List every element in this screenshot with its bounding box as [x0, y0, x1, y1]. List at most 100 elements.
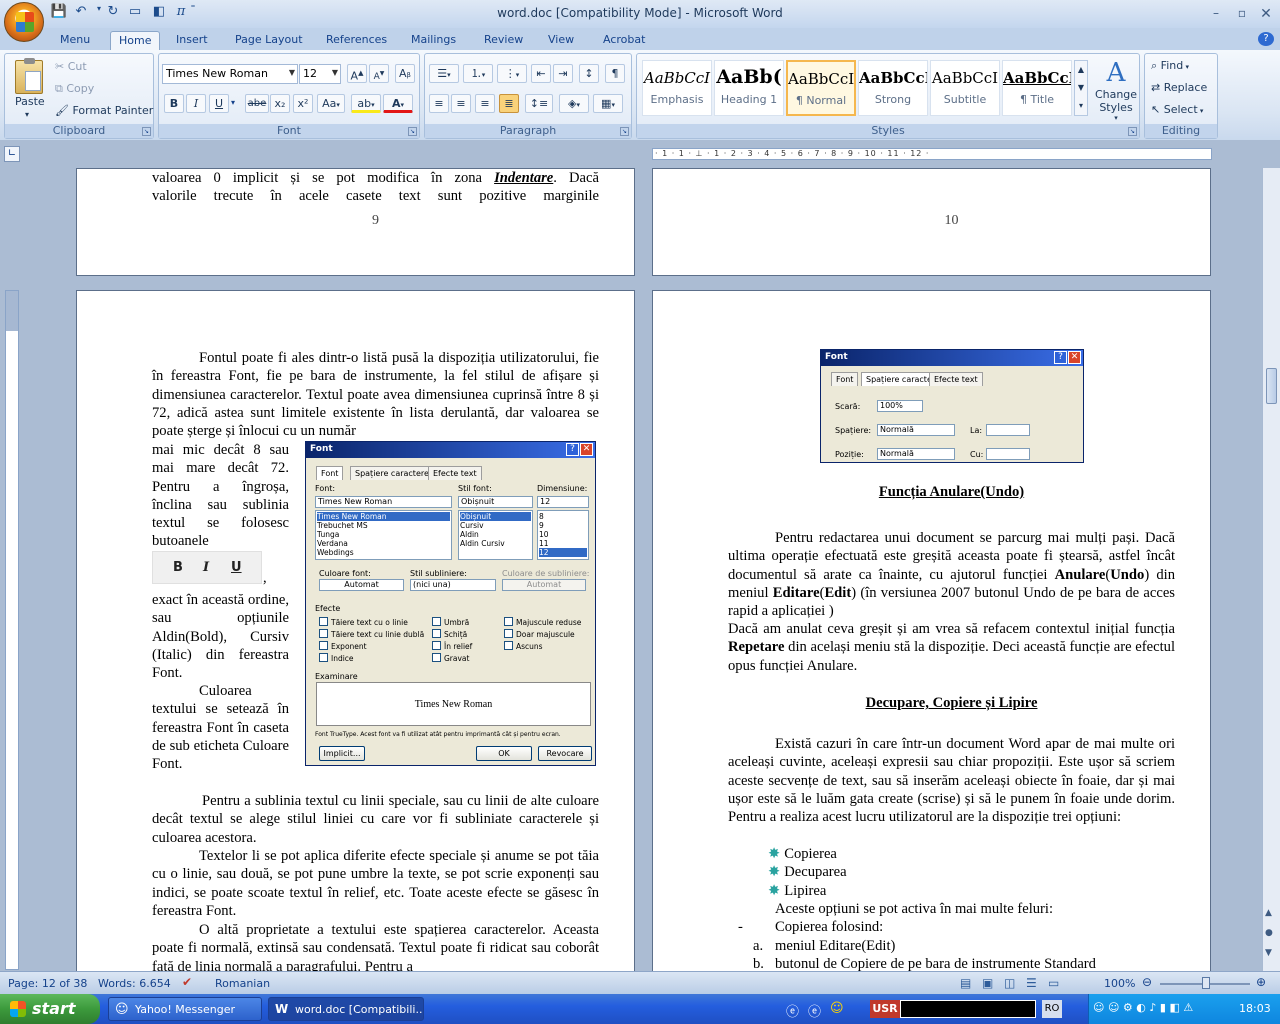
scroll-down-icon[interactable]: ▼ — [1265, 948, 1272, 958]
tab-review[interactable]: Review — [476, 31, 531, 50]
change-styles-button[interactable]: A Change Styles ▾ — [1094, 58, 1138, 122]
close-icon[interactable]: ✕ — [1256, 6, 1276, 22]
align-center-icon[interactable]: ≡ — [451, 94, 471, 113]
outline-icon[interactable]: ☰ — [1026, 976, 1037, 990]
select-browse-object-icon[interactable]: ● — [1265, 928, 1273, 938]
help-icon[interactable]: ? — [1258, 32, 1274, 46]
styles-scroll[interactable]: ▲ ▼ ▾ — [1074, 60, 1088, 116]
undo-icon[interactable]: ↶ — [72, 4, 90, 22]
taskbar-item-yahoo[interactable]: ☺ Yahoo! Messenger — [108, 997, 262, 1021]
tab-references[interactable]: References — [318, 31, 395, 50]
bullets-icon[interactable]: ☰▾ — [429, 64, 459, 83]
style-title[interactable]: AaBbCcI ¶ Title — [1002, 60, 1072, 116]
save-icon[interactable]: 💾 — [50, 4, 68, 22]
underline-dropdown-icon[interactable]: ▾ — [231, 98, 235, 107]
zoom-level[interactable]: 100% — [1104, 977, 1135, 990]
font-size-combo[interactable]: 12 ▼ — [299, 64, 341, 84]
decrease-indent-icon[interactable]: ⇤ — [531, 64, 551, 83]
cut-button[interactable]: ✂ Cut — [55, 60, 87, 73]
shading-icon[interactable]: ◈▾ — [559, 94, 589, 113]
pilcrow-icon[interactable]: ¶ — [605, 64, 625, 83]
language[interactable]: Romanian — [215, 977, 270, 990]
browser-icon[interactable]: ⓔ — [808, 1001, 821, 1020]
print-layout-icon[interactable]: ▤ — [960, 976, 971, 990]
sort-icon[interactable]: ↕ — [579, 64, 599, 83]
select-button[interactable]: ↖ Select ▾ — [1151, 103, 1203, 116]
word-count[interactable]: Words: 6.654 — [98, 977, 171, 990]
justify-icon[interactable]: ≣ — [499, 94, 519, 113]
line-spacing-icon[interactable]: ↕≡ — [525, 94, 553, 113]
tab-home[interactable]: Home — [110, 31, 161, 50]
scroll-up-icon[interactable]: ▲ — [1265, 908, 1272, 918]
zoom-slider-thumb[interactable] — [1202, 977, 1210, 989]
page-9[interactable]: valoarea 0 implicit și se pot modifica î… — [76, 168, 635, 276]
underline-button[interactable]: U — [209, 94, 229, 113]
tab-mailings[interactable]: Mailings — [403, 31, 464, 50]
style-strong[interactable]: AaBbCcI Strong — [858, 60, 928, 116]
paste-button[interactable]: Paste — [15, 95, 45, 108]
tab-view[interactable]: View — [540, 31, 582, 50]
start-button[interactable]: start — [0, 994, 100, 1024]
font-name-combo[interactable]: Times New Roman ▼ — [162, 64, 298, 84]
horizontal-ruler[interactable]: · 1 · 1 · ⊥ · 1 · 2 · 3 · 4 · 5 · 6 · 7 … — [652, 148, 1212, 160]
change-case-button[interactable]: Aa▾ — [317, 94, 345, 113]
multilevel-list-icon[interactable]: ⋮▾ — [497, 64, 527, 83]
subscript-button[interactable]: x₂ — [270, 94, 290, 113]
strikethrough-button[interactable]: abe — [245, 94, 269, 113]
tray-icons[interactable]: ☺ ☺ ⚙ ◐ ♪ ▮ ◧ ⚠ — [1093, 1001, 1193, 1014]
clipboard-launcher-icon[interactable]: ↘ — [142, 127, 151, 136]
find-button[interactable]: ⌕ Find ▾ — [1151, 59, 1189, 73]
format-painter-icon[interactable]: ◧ — [150, 4, 168, 22]
draft-icon[interactable]: ▭ — [1048, 976, 1059, 990]
align-right-icon[interactable]: ≡ — [475, 94, 495, 113]
italic-button[interactable]: I — [186, 94, 206, 113]
office-button[interactable] — [4, 2, 44, 42]
repeat-icon[interactable]: ▭ — [126, 4, 144, 22]
vertical-scrollbar[interactable]: ▲ ● ▼ — [1262, 168, 1280, 971]
style-normal[interactable]: AaBbCcI ¶ Normal — [786, 60, 856, 116]
align-left-icon[interactable]: ≡ — [429, 94, 449, 113]
paragraph-launcher-icon[interactable]: ↘ — [620, 127, 629, 136]
restore-icon[interactable]: ▫ — [1232, 6, 1252, 20]
full-screen-icon[interactable]: ▣ — [982, 976, 993, 990]
messenger-icon[interactable]: ☺ — [830, 1001, 844, 1016]
style-subtitle[interactable]: AaBbCcI Subtitle — [930, 60, 1000, 116]
clear-format-icon[interactable]: Aᵦ — [395, 64, 415, 83]
scroll-thumb[interactable] — [1266, 368, 1277, 404]
style-emphasis[interactable]: AaBbCcI Emphasis — [642, 60, 712, 116]
shrink-font-icon[interactable]: A▼ — [369, 64, 389, 83]
page-count[interactable]: Page: 12 of 38 — [8, 977, 87, 990]
superscript-button[interactable]: x² — [293, 94, 313, 113]
vertical-ruler[interactable] — [5, 290, 19, 970]
borders-icon[interactable]: ▦▾ — [593, 94, 623, 113]
numbering-icon[interactable]: ⒈▾ — [463, 64, 493, 83]
highlight-icon[interactable]: ab▾ — [351, 94, 381, 113]
customize-icon[interactable]: ⁼ — [184, 4, 202, 22]
font-color-icon[interactable]: A▾ — [383, 94, 413, 113]
proofing-icon[interactable]: ✔ — [182, 975, 192, 989]
copy-button[interactable]: ⧉ Copy — [55, 82, 94, 96]
web-layout-icon[interactable]: ◫ — [1004, 976, 1015, 990]
address-box[interactable] — [900, 1000, 1036, 1018]
tab-acrobat[interactable]: Acrobat — [595, 31, 653, 50]
language-indicator[interactable]: RO — [1042, 1000, 1062, 1018]
minimize-icon[interactable]: – — [1206, 6, 1226, 20]
font-launcher-icon[interactable]: ↘ — [408, 127, 417, 136]
tab-menu[interactable]: Menu — [52, 31, 98, 50]
increase-indent-icon[interactable]: ⇥ — [553, 64, 573, 83]
page-11[interactable]: Fontul poate fi ales dintr-o listă pusă … — [76, 290, 635, 971]
replace-button[interactable]: ⇄ Replace — [1151, 81, 1207, 94]
tab-page-layout[interactable]: Page Layout — [227, 31, 311, 50]
redo-icon[interactable]: ↻ — [104, 4, 122, 22]
page-12[interactable]: Font ? ✕ Font Spațiere caractere Efecte … — [652, 290, 1211, 971]
taskbar-item-word[interactable]: W word.doc [Compatibili... — [268, 997, 424, 1021]
zoom-in-icon[interactable]: ⊕ — [1256, 975, 1266, 989]
style-heading-1[interactable]: AaBb(Heading 1 — [714, 60, 784, 116]
ie-icon[interactable]: ⓔ — [786, 1001, 799, 1020]
styles-launcher-icon[interactable]: ↘ — [1128, 127, 1137, 136]
page-10[interactable]: 10 — [652, 168, 1211, 276]
tab-insert[interactable]: Insert — [168, 31, 216, 50]
usr-badge[interactable]: USR — [870, 1000, 900, 1018]
tab-selector-icon[interactable]: ∟ — [4, 146, 20, 162]
format-painter-button[interactable]: 🖌 Format Painter — [55, 104, 153, 117]
